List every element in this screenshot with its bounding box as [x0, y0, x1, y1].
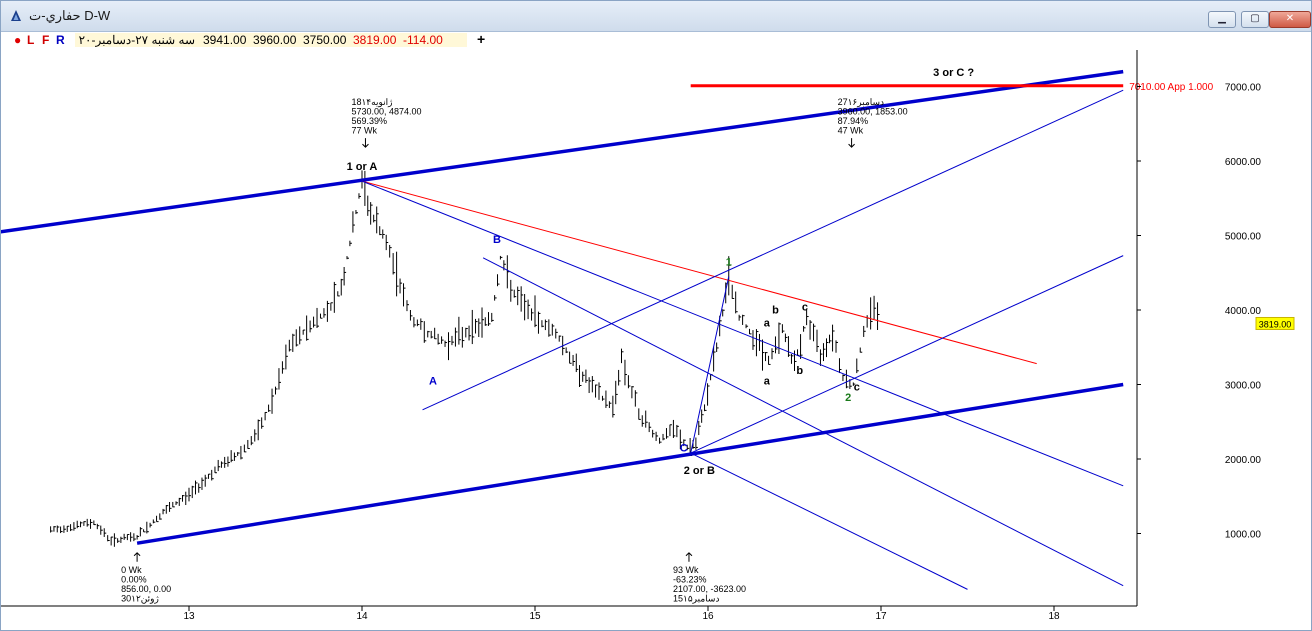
wave-label: 2 — [845, 392, 851, 404]
chart-toolbar: ● L F R سه شنبه ۲۷-دسامبر-۲۰ 3941.00 396… — [1, 31, 1311, 49]
info-line: 15دسامبر۱۵ — [673, 593, 719, 604]
info-line: 47 Wk — [838, 126, 864, 136]
info-line: 569.39% — [351, 116, 387, 126]
info-box: 0 Wk0.00%856.00, 0.0030ژوئن۱۲ — [121, 552, 171, 604]
close-button[interactable]: ✕ — [1269, 11, 1311, 28]
wave-label: 3 or C ? — [933, 67, 974, 79]
info-line: 77 Wk — [351, 126, 377, 136]
x-tick-label: 16 — [702, 611, 714, 622]
last-price-label: 3819.00 — [1259, 319, 1292, 329]
fan-line — [690, 255, 1124, 454]
wave-label: b — [772, 305, 779, 317]
target-level: 7010.00 App 1.000 — [690, 82, 1214, 93]
fan-line — [422, 89, 1124, 411]
title-bar[interactable]: حفاري-ت D-W ▁ ▢ ✕ — [1, 1, 1311, 32]
x-tick-label: 13 — [183, 611, 195, 622]
window-title: حفاري-ت D-W — [29, 8, 111, 23]
down-arrow-icon — [848, 138, 855, 148]
record-dot-icon[interactable]: ● — [14, 33, 21, 47]
wave-label: 1 — [726, 256, 732, 268]
y-tick-label: 4000.00 — [1225, 306, 1262, 317]
price-chart[interactable]: 7010.00 App 1.000 1 or A B A C 2 or B 1 2 3 or … — [1, 50, 1311, 630]
flag-f-button[interactable]: F — [42, 33, 49, 47]
flag-l-button[interactable]: L — [27, 33, 34, 47]
bar-date: سه شنبه ۲۷-دسامبر-۲۰ — [75, 33, 199, 47]
info-line: -63.23% — [673, 574, 707, 584]
y-tick-label: 6000.00 — [1225, 157, 1262, 168]
wave-label: 2 or B — [684, 465, 715, 477]
info-line: 3960.00, 1853.00 — [838, 107, 908, 117]
fan-line — [361, 180, 1124, 487]
x-tick-label: 17 — [875, 611, 887, 622]
bar-open: 3941.00 — [199, 33, 251, 47]
x-tick-label: 14 — [356, 611, 368, 622]
wave-label: c — [802, 302, 808, 314]
app-logo-icon — [11, 10, 21, 21]
info-line: 856.00, 0.00 — [121, 584, 171, 594]
wave-label: B — [493, 234, 501, 246]
info-box: 93 Wk-63.23%2107.00, -3623.0015دسامبر۱۵ — [673, 552, 746, 604]
info-line: 93 Wk — [673, 565, 699, 575]
chart-window: حفاري-ت D-W ▁ ▢ ✕ ● L F R سه شنبه ۲۷-دسا… — [0, 0, 1312, 631]
wave-label: C — [680, 443, 688, 455]
y-tick-label: 2000.00 — [1225, 455, 1262, 466]
wave-label: a — [764, 317, 771, 329]
target-level-label: 7010.00 App 1.000 — [1129, 82, 1213, 93]
red-trend-line — [361, 180, 1037, 365]
up-arrow-icon — [133, 552, 141, 562]
channel-line — [136, 382, 1124, 545]
x-axis: 13 14 15 16 17 18 — [1, 605, 1137, 622]
bar-high: 3960.00 — [249, 33, 301, 47]
wave-label: a — [764, 376, 771, 388]
info-line: 5730.00, 4874.00 — [351, 107, 421, 117]
wave-label: 1 or A — [347, 161, 378, 173]
flag-r-button[interactable]: R — [56, 33, 65, 47]
channel-line — [1, 69, 1124, 234]
y-tick-label: 1000.00 — [1225, 530, 1262, 541]
down-arrow-icon — [362, 138, 369, 148]
fan-line — [690, 276, 730, 454]
info-line: 30ژوئن۱۲ — [121, 593, 159, 604]
bar-change: -114.00 — [399, 33, 467, 47]
wave-label: c — [854, 381, 860, 393]
info-line: 87.94% — [838, 116, 869, 126]
x-tick-label: 18 — [1048, 611, 1060, 622]
info-line: 2107.00, -3623.00 — [673, 584, 746, 594]
info-line: 0.00% — [121, 574, 147, 584]
y-axis: 1000.00 2000.00 3000.00 4000.00 5000.00 6000.… — [1136, 50, 1295, 606]
add-button[interactable]: + — [477, 31, 485, 47]
wave-label: A — [429, 376, 437, 388]
wave-labels: 1 or ABAC2 or B123 or C ?aabbcc — [347, 67, 975, 477]
up-arrow-icon — [685, 552, 693, 562]
info-line: 0 Wk — [121, 565, 142, 575]
info-box: 18ژانویه۱۴5730.00, 4874.00569.39%77 Wk — [351, 97, 422, 148]
maximize-button[interactable]: ▢ — [1241, 11, 1269, 28]
x-tick-label: 15 — [529, 611, 541, 622]
y-tick-label: 5000.00 — [1225, 232, 1262, 243]
fan-line — [690, 452, 968, 590]
y-tick-label: 3000.00 — [1225, 381, 1262, 392]
bar-low: 3750.00 — [299, 33, 351, 47]
minimize-button[interactable]: ▁ — [1208, 11, 1236, 28]
bar-close: 3819.00 — [349, 33, 401, 47]
y-tick-label: 7000.00 — [1225, 83, 1262, 94]
wave-label: b — [796, 365, 803, 377]
